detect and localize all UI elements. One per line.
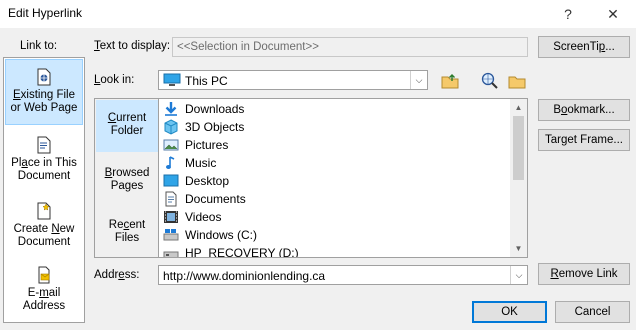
list-item[interactable]: 3D Objects (163, 118, 244, 136)
list-item[interactable]: Music (163, 154, 216, 172)
list-item[interactable]: Downloads (163, 100, 244, 118)
browse-web-button[interactable] (478, 69, 500, 91)
drive-d-icon (163, 245, 179, 257)
list-item[interactable]: Pictures (163, 136, 228, 154)
link-to-place-in-document[interactable]: Place in This Document (5, 132, 83, 190)
pictures-icon (163, 137, 179, 153)
recent-files-tab[interactable]: Recent Files (96, 207, 158, 259)
address-label: Address: (94, 269, 140, 281)
text-to-display-label: Text to display: (94, 40, 171, 52)
browsed-pages-tab[interactable]: Browsed Pages (96, 155, 158, 207)
address-field[interactable]: http://www.dominionlending.ca ⌵ (158, 265, 528, 285)
chevron-down-icon[interactable]: ⌵ (410, 71, 427, 89)
close-button[interactable]: ✕ (602, 4, 624, 24)
browse-web-icon (481, 72, 499, 93)
link-to-existing-file[interactable]: Existing File or Web Page (5, 59, 83, 125)
downloads-icon (163, 101, 179, 117)
documents-icon (163, 191, 179, 207)
list-item[interactable]: HP_RECOVERY (D:) (163, 244, 299, 257)
link-to-email-address[interactable]: E-mail Address (5, 262, 83, 320)
window-title: Edit Hyperlink (8, 6, 83, 20)
up-folder-button[interactable] (438, 69, 460, 91)
file-list[interactable]: Downloads 3D Objects Pictures Music Desk… (158, 98, 528, 258)
3d-objects-icon (163, 119, 179, 135)
current-folder-tab[interactable]: Current Folder (96, 100, 158, 152)
look-in-label: Look in: (94, 74, 135, 86)
music-icon (163, 155, 179, 171)
screentip-button[interactable]: ScreenTip... (538, 36, 630, 58)
videos-icon (163, 209, 179, 225)
browse-file-button[interactable] (505, 69, 527, 91)
link-to-create-new-document[interactable]: Create New Document (5, 198, 83, 256)
list-item[interactable]: Windows (C:) (163, 226, 257, 244)
target-frame-button[interactable]: Target Frame... (538, 129, 630, 151)
bookmark-button[interactable]: Bookmark... (538, 99, 630, 121)
scroll-up-icon[interactable]: ▲ (510, 99, 527, 116)
title-bar: Edit Hyperlink ? ✕ (0, 0, 636, 28)
drive-c-icon (163, 227, 179, 243)
cancel-button[interactable]: Cancel (555, 301, 630, 323)
list-item[interactable]: Videos (163, 208, 221, 226)
email-address-icon (35, 266, 53, 284)
file-list-scrollbar[interactable]: ▲ ▼ (510, 99, 527, 257)
list-item[interactable]: Documents (163, 190, 246, 208)
link-to-label: Link to: (20, 40, 58, 52)
remove-link-button[interactable]: Remove Link (538, 263, 630, 285)
existing-file-icon (35, 68, 53, 86)
location-sidebar: Current Folder Browsed Pages Recent File… (94, 98, 158, 258)
chevron-down-icon[interactable]: ⌵ (510, 266, 527, 284)
link-to-panel: Existing File or Web Page Place in This … (3, 57, 85, 323)
scroll-down-icon[interactable]: ▼ (510, 240, 527, 257)
scrollbar-thumb[interactable] (513, 116, 524, 180)
this-pc-icon (163, 73, 181, 87)
text-to-display-field[interactable]: <<Selection in Document>> (172, 37, 528, 57)
up-folder-icon (441, 72, 459, 93)
browse-file-icon (508, 72, 526, 93)
list-item[interactable]: Desktop (163, 172, 229, 190)
ok-button[interactable]: OK (472, 301, 547, 323)
place-in-document-icon (35, 136, 53, 154)
look-in-dropdown[interactable]: This PC ⌵ (158, 70, 428, 90)
help-button[interactable]: ? (557, 4, 579, 24)
create-new-document-icon (35, 202, 53, 220)
desktop-icon (163, 173, 179, 189)
